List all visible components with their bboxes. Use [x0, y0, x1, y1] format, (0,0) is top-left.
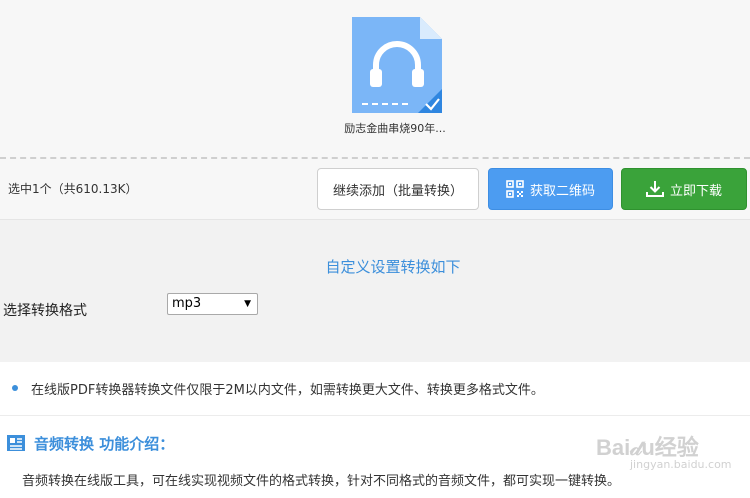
size-limit-note: 在线版PDF转换器转换文件仅限于2M以内文件，如需转换更大文件、转换更多格式文件… — [0, 362, 750, 414]
continue-add-button[interactable]: 继续添加（批量转换） — [317, 168, 479, 210]
note-text: 在线版PDF转换器转换文件仅限于2M以内文件，如需转换更大文件、转换更多格式文件… — [31, 383, 544, 398]
divider — [0, 415, 750, 416]
qr-label: 获取二维码 — [529, 183, 595, 199]
intro-text: 音频转换在线版工具，可在线实现视频文件的格式转换，针对不同格式的音频文件，都可实… — [22, 474, 621, 489]
watermark-url: jingyan.baidu.com — [630, 458, 732, 471]
format-select[interactable]: mp3 ▼ — [167, 293, 258, 315]
audio-file-headphones-icon — [352, 17, 442, 113]
format-select-value: mp3 — [172, 296, 202, 311]
document-icon — [7, 435, 25, 451]
format-label: 选择转换格式 — [3, 303, 87, 319]
conversion-settings: 自定义设置转换如下 选择转换格式 mp3 ▼ — [0, 238, 750, 338]
file-area: 励志金曲串烧90年... — [0, 0, 750, 160]
dropdown-arrow-icon: ▼ — [244, 299, 251, 309]
file-caption: 励志金曲串烧90年... — [344, 122, 446, 135]
intro-header: 音频转换 功能介绍： — [6, 432, 174, 454]
intro-title: 音频转换 功能介绍： — [34, 434, 175, 453]
settings-title: 自定义设置转换如下 — [325, 258, 461, 276]
action-bar: 选中1个（共610.13K） 继续添加（批量转换） 获取二维码 立即下载 — [0, 160, 750, 220]
download-icon — [645, 180, 664, 198]
download-now-button[interactable]: 立即下载 — [621, 168, 747, 210]
qr-code-icon — [506, 180, 524, 198]
download-label: 立即下载 — [669, 183, 722, 199]
dashed-divider — [0, 157, 750, 159]
get-qr-code-button[interactable]: 获取二维码 — [488, 168, 613, 210]
file-thumbnail[interactable] — [350, 15, 444, 115]
continue-add-label: 继续添加（批量转换） — [332, 183, 463, 199]
bullet-dot-icon — [12, 385, 18, 391]
selection-info: 选中1个（共610.13K） — [8, 182, 138, 196]
